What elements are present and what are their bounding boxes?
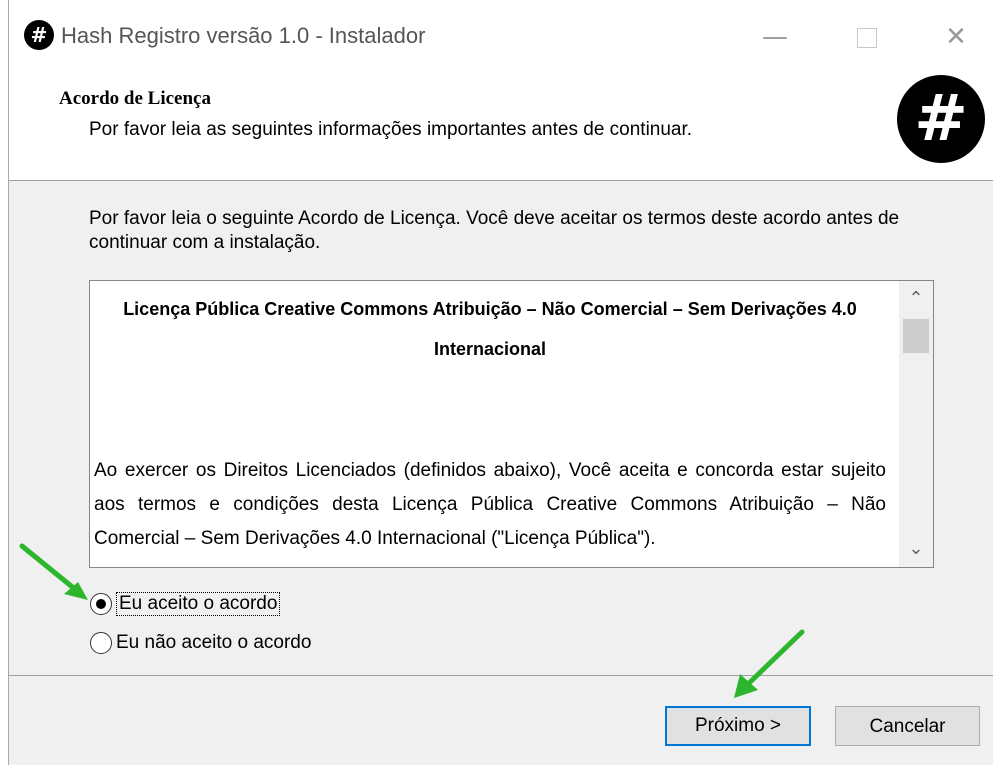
license-title: Licença Pública Creative Commons Atribui… <box>123 299 857 359</box>
annotation-arrow-accept-icon <box>19 543 88 600</box>
minimize-button[interactable]: — <box>752 14 798 60</box>
accept-option[interactable]: Eu aceito o acordo <box>90 592 281 616</box>
decline-radio[interactable] <box>90 632 112 654</box>
accept-label[interactable]: Eu aceito o acordo <box>116 592 281 616</box>
license-text: Ao exercer os Direitos Licenciados (defi… <box>94 460 886 549</box>
footer-divider <box>9 675 993 676</box>
hash-logo-icon: # <box>897 75 985 163</box>
page-title: Acordo de Licença <box>59 88 211 109</box>
hash-app-icon: # <box>24 20 54 50</box>
window-title: Hash Registro versão 1.0 - Instalador <box>61 23 426 48</box>
license-textbox[interactable]: Licença Pública Creative Commons Atribui… <box>89 280 934 568</box>
maximize-button <box>844 14 890 60</box>
installer-window: # Hash Registro versão 1.0 - Instalador … <box>8 0 993 765</box>
scroll-down-icon[interactable]: ⌄ <box>899 533 933 565</box>
intro-text: Por favor leia o seguinte Acordo de Lice… <box>89 208 900 253</box>
next-button[interactable]: Próximo > <box>665 706 811 746</box>
maximize-icon <box>857 27 877 48</box>
title-bar[interactable]: # Hash Registro versão 1.0 - Instalador … <box>9 0 993 70</box>
scroll-up-icon[interactable]: ⌃ <box>899 283 933 315</box>
vertical-scrollbar[interactable]: ⌃ ⌄ <box>899 281 933 567</box>
annotation-arrow-next-icon <box>734 629 805 698</box>
scroll-thumb[interactable] <box>903 319 929 353</box>
page-header: Acordo de Licença Por favor leia as segu… <box>9 70 993 181</box>
decline-option[interactable]: Eu não aceito o acordo <box>90 632 311 654</box>
close-button[interactable]: ✕ <box>933 14 979 60</box>
page-subtitle: Por favor leia as seguintes informações … <box>89 119 693 140</box>
decline-label[interactable]: Eu não aceito o acordo <box>116 632 311 654</box>
cancel-button[interactable]: Cancelar <box>835 706 980 746</box>
